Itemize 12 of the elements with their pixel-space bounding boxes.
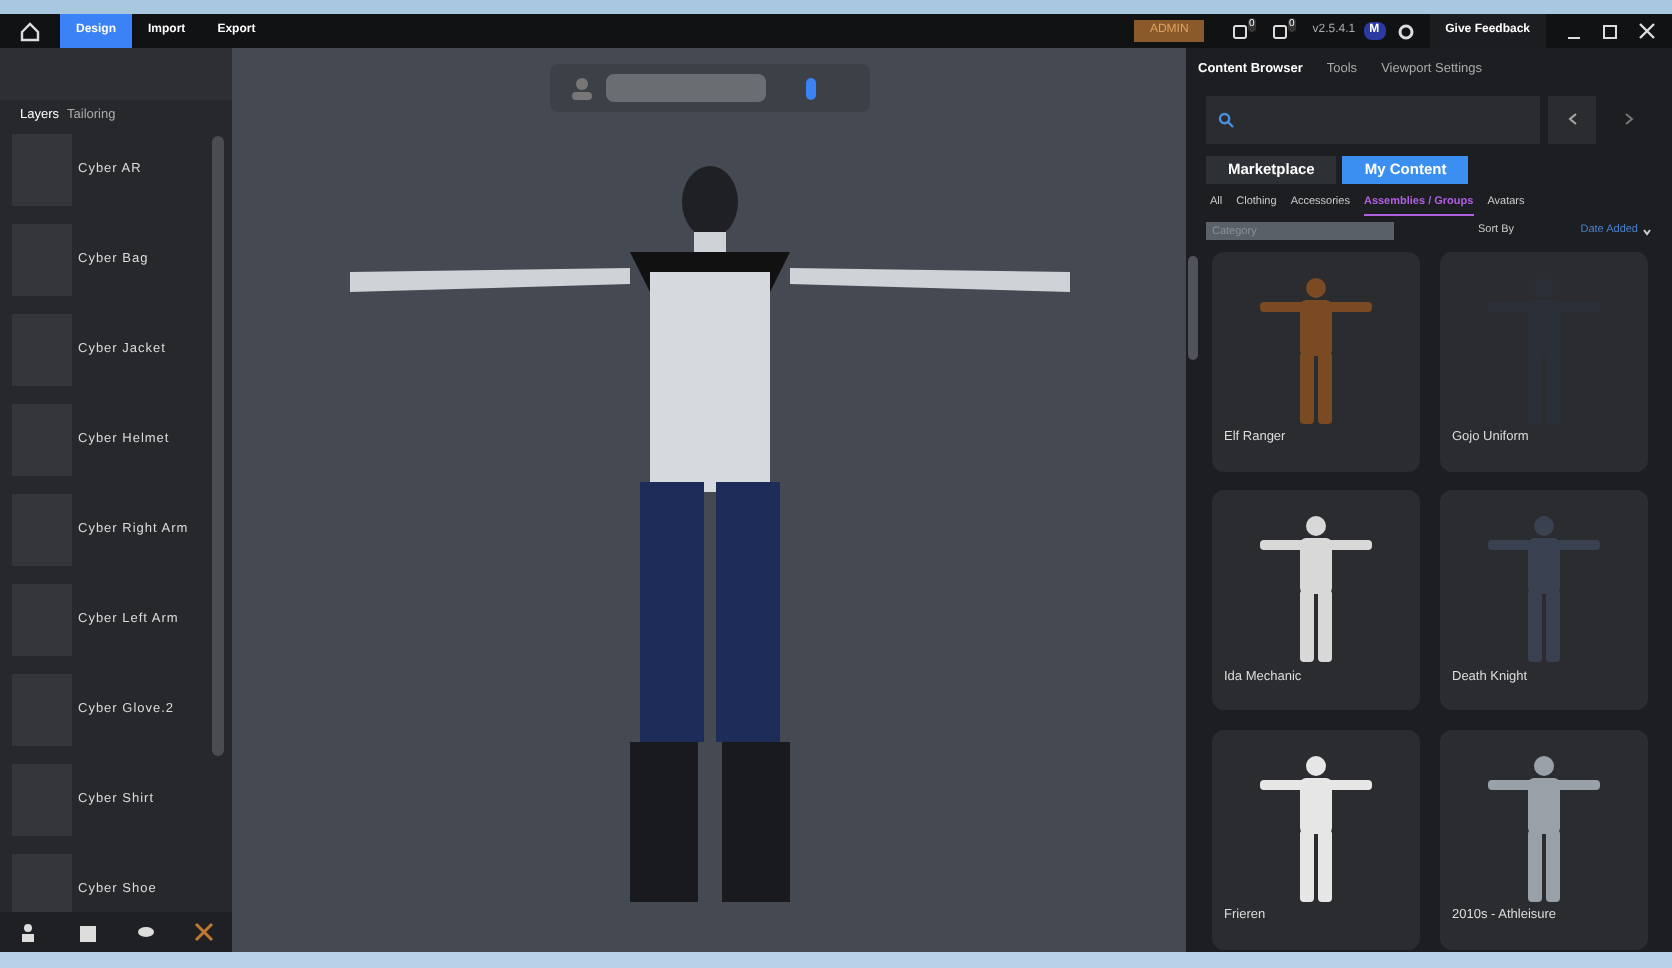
close-icon[interactable] bbox=[1638, 22, 1656, 40]
chevron-right-icon bbox=[1623, 112, 1633, 127]
layer-thumbnail bbox=[12, 854, 72, 912]
handle-icon[interactable] bbox=[805, 77, 815, 99]
chevron-left-icon bbox=[1567, 112, 1577, 127]
chevron-down-icon bbox=[1642, 227, 1652, 235]
search-field[interactable] bbox=[1206, 95, 1540, 144]
cross-tools-icon[interactable] bbox=[193, 922, 213, 942]
search-icon bbox=[1218, 111, 1234, 128]
home-icon[interactable] bbox=[20, 21, 40, 41]
restore-icon[interactable] bbox=[1602, 23, 1618, 39]
settings-icon[interactable] bbox=[1397, 23, 1414, 39]
